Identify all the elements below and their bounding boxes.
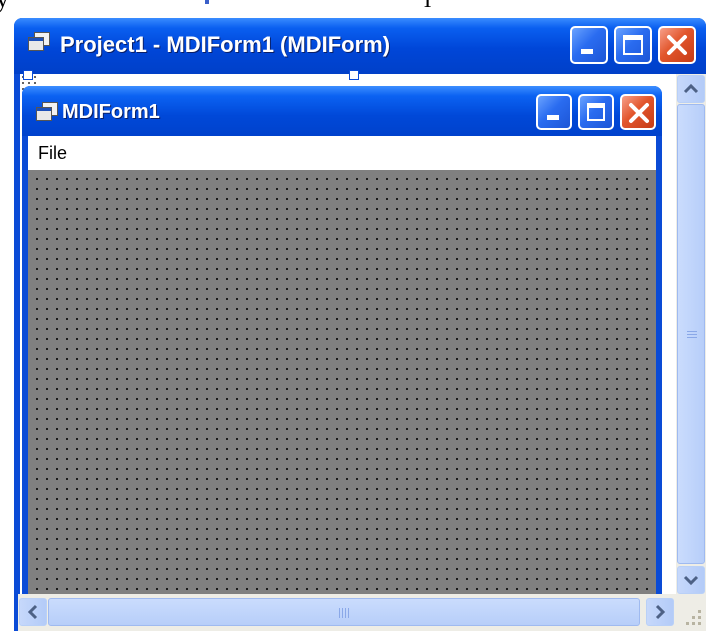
scroll-left-button[interactable]	[19, 598, 47, 626]
selection-edge	[205, 0, 209, 4]
minimize-icon	[547, 115, 559, 120]
menu-item-file[interactable]: File	[38, 143, 67, 164]
maximize-button[interactable]	[614, 26, 652, 64]
designer-window-title: Project1 - MDIForm1 (MDIForm)	[60, 32, 391, 57]
chevron-right-icon	[655, 604, 666, 620]
chevron-left-icon	[27, 604, 38, 620]
chevron-up-icon	[683, 83, 699, 94]
close-button[interactable]	[620, 94, 656, 130]
minimize-button[interactable]	[570, 26, 608, 64]
scroll-up-button[interactable]	[677, 75, 705, 103]
maximize-button[interactable]	[578, 94, 614, 130]
mdi-form-window: MDIForm1 File	[22, 86, 662, 631]
scroll-right-button[interactable]	[646, 598, 674, 626]
menu-bar: File	[28, 136, 656, 170]
chevron-down-icon	[683, 575, 699, 586]
form-icon	[28, 32, 50, 51]
horizontal-scroll-thumb[interactable]	[48, 598, 640, 626]
minimize-icon	[581, 49, 593, 54]
maximize-icon	[587, 103, 605, 121]
horizontal-scrollbar[interactable]	[18, 594, 676, 631]
mdi-form-title: MDIForm1	[62, 101, 160, 123]
close-button[interactable]	[658, 26, 696, 64]
minimize-button[interactable]	[536, 94, 572, 130]
cropped-background-text: y l	[0, 0, 706, 18]
cropped-text-fragment: l	[424, 0, 431, 14]
grip-icon	[339, 608, 349, 618]
resize-grip-icon[interactable]	[676, 594, 706, 631]
vertical-scrollbar[interactable]	[676, 74, 706, 594]
form-icon	[36, 102, 58, 121]
resize-handle[interactable]	[349, 70, 359, 80]
vertical-scroll-thumb[interactable]	[677, 104, 705, 564]
close-icon	[629, 103, 649, 123]
cropped-text-fragment: y	[0, 0, 9, 14]
maximize-icon	[623, 35, 643, 55]
designer-titlebar[interactable]: Project1 - MDIForm1 (MDIForm)	[14, 18, 706, 74]
resize-handle[interactable]	[23, 70, 33, 80]
mdi-form-titlebar[interactable]: MDIForm1	[22, 86, 662, 136]
close-icon	[667, 35, 687, 55]
grip-icon	[687, 331, 697, 339]
mdi-client-area	[28, 170, 656, 631]
scroll-down-button[interactable]	[677, 566, 705, 594]
